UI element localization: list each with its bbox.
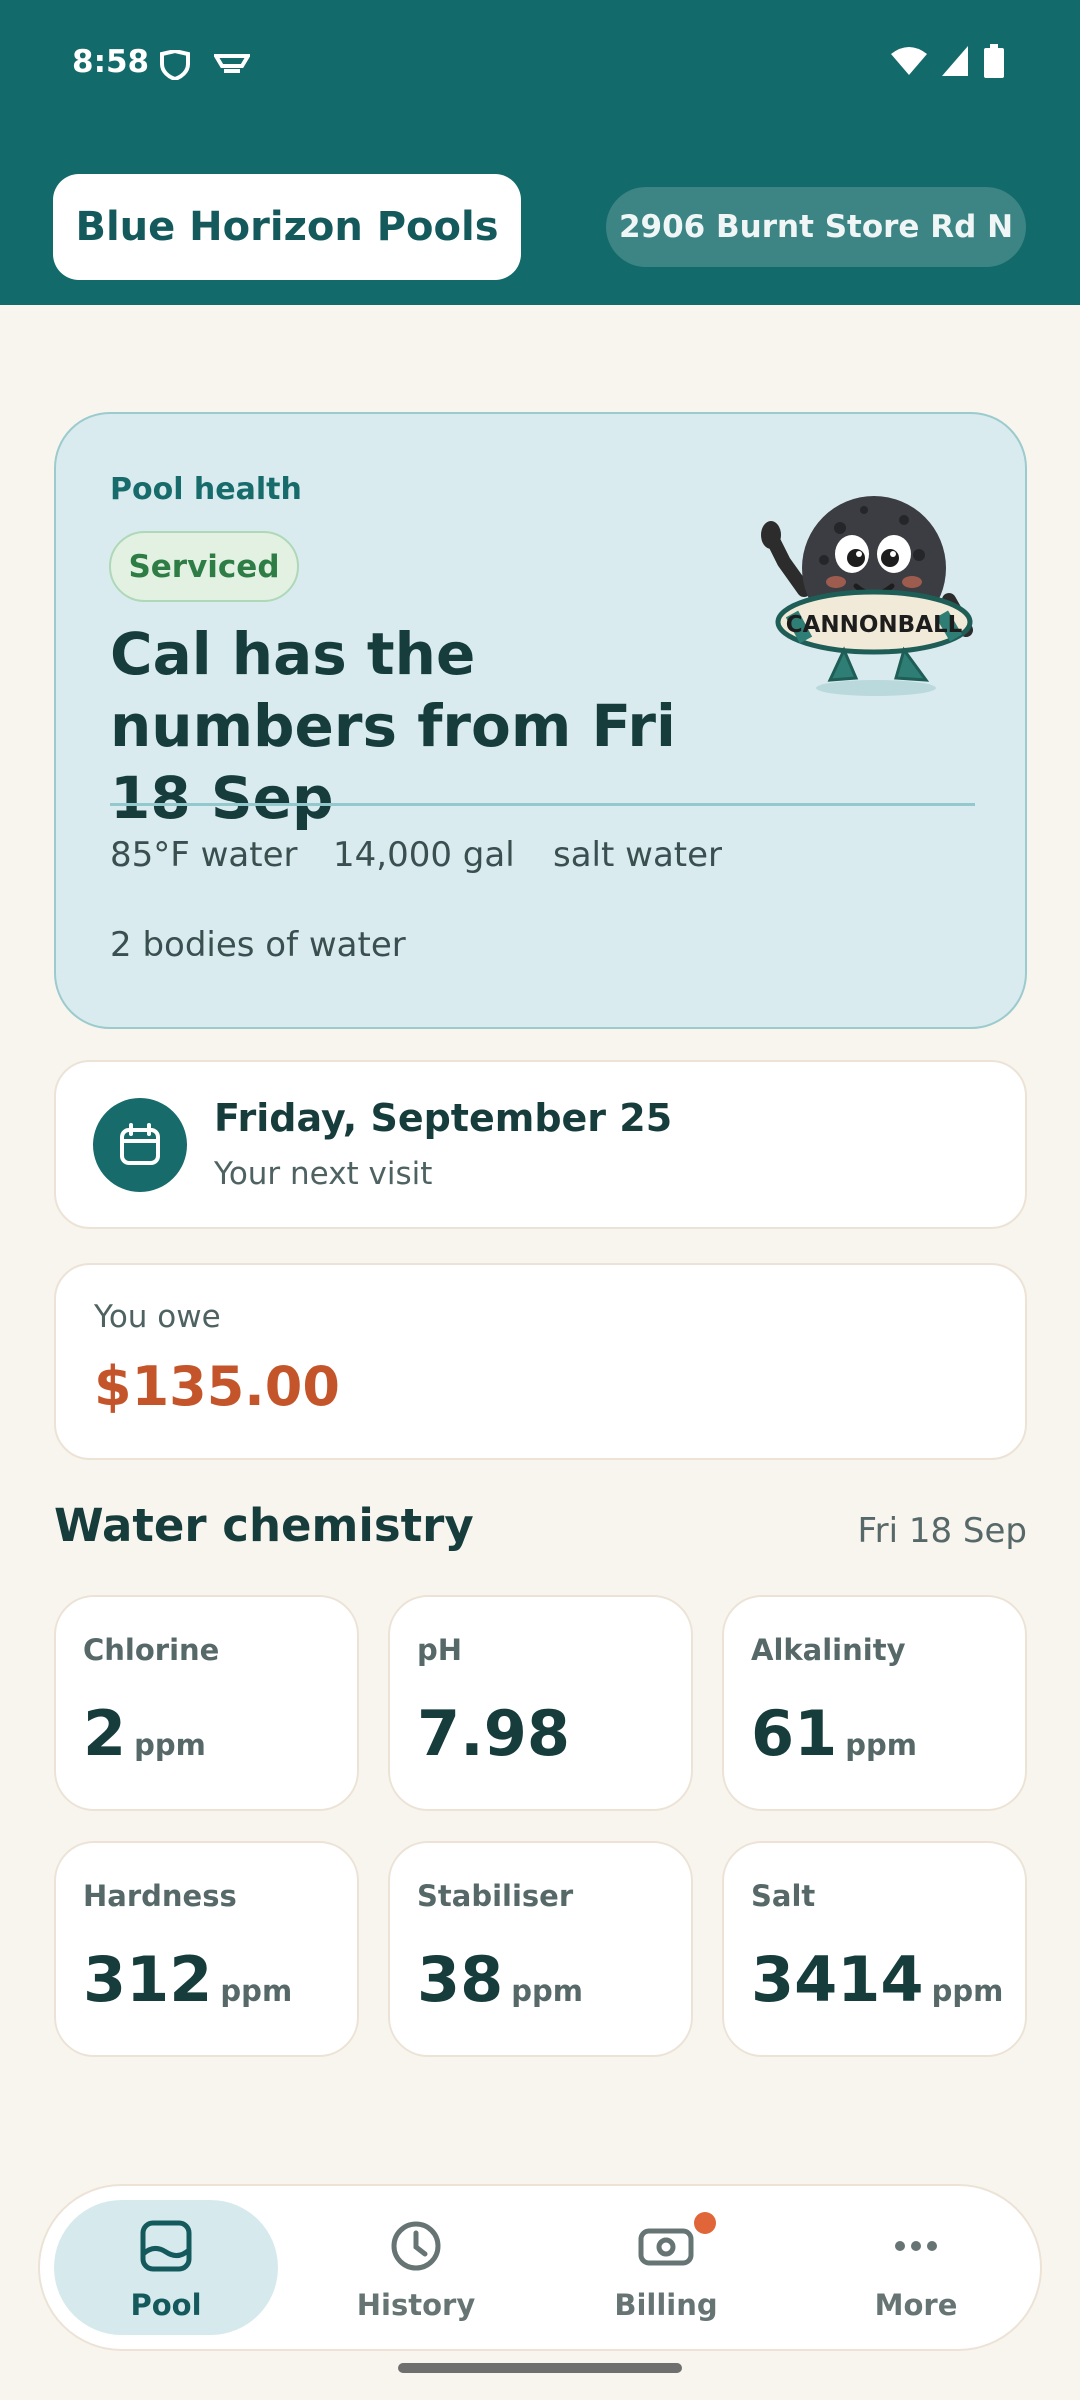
calendar-icon (120, 1123, 160, 1165)
metric-label: Hardness (83, 1879, 237, 1913)
status-time: 8:58 (72, 44, 150, 80)
more-dots-icon (895, 2241, 937, 2251)
metric-value: 3414 (751, 1943, 924, 2016)
signal-icon (942, 46, 968, 76)
status-badge: Serviced (109, 531, 299, 602)
nav-label: More (874, 2288, 958, 2322)
app-header: 8:58 Blue Horizon Pools 2906 Burnt Store… (0, 0, 1080, 305)
pool-health-headline: Cal has the numbers from Fri 18 Sep (110, 620, 676, 832)
clock-icon (391, 2221, 441, 2271)
metric-label: Chlorine (83, 1633, 220, 1667)
metric-value: 2 (83, 1697, 127, 1770)
metric-unit: ppm (511, 1974, 584, 2008)
water-type: salt water (553, 835, 723, 875)
pool-health-label: Pool health (110, 472, 302, 507)
metric-label: Alkalinity (751, 1633, 906, 1667)
balance-card[interactable]: You owe $135.00 (54, 1263, 1027, 1460)
pool-icon (140, 2220, 192, 2272)
address-selector[interactable]: 2906 Burnt Store Rd N (606, 187, 1026, 267)
metric-unit: ppm (134, 1728, 206, 1762)
metric-card-ph[interactable]: pH 7.98 (388, 1595, 693, 1811)
water-chemistry-title: Water chemistry (54, 1499, 474, 1552)
nav-item-billing[interactable]: Billing (554, 2200, 778, 2335)
next-visit-label: Your next visit (214, 1156, 433, 1192)
water-temperature: 85°F water (110, 835, 298, 875)
balance-label: You owe (94, 1299, 221, 1335)
next-visit-card[interactable]: Friday, September 25 Your next visit (54, 1060, 1027, 1229)
metric-card-alkalinity[interactable]: Alkalinity 61 ppm (722, 1595, 1027, 1811)
shield-icon (160, 50, 190, 80)
metric-card-stabiliser[interactable]: Stabiliser 38 ppm (388, 1841, 693, 2057)
nav-label: Pool (130, 2288, 202, 2322)
next-visit-date: Friday, September 25 (214, 1096, 673, 1140)
cash-icon (638, 2228, 694, 2266)
nav-item-pool[interactable]: Pool (54, 2200, 278, 2335)
bottom-navigation: Pool History Billing More (38, 2184, 1042, 2351)
metric-card-chlorine[interactable]: Chlorine 2 ppm (54, 1595, 359, 1811)
metric-card-salt[interactable]: Salt 3414 ppm (722, 1841, 1027, 2057)
metric-value: 61 (751, 1697, 838, 1770)
mascot-label: CANNONBALL (786, 612, 963, 638)
nav-label: History (356, 2288, 476, 2322)
metric-value: 38 (417, 1943, 504, 2016)
balance-amount: $135.00 (94, 1355, 340, 1418)
battery-icon (984, 44, 1004, 78)
metric-unit: ppm (845, 1728, 918, 1762)
pool-volume: 14,000 gal (333, 835, 515, 875)
nav-label: Billing (614, 2288, 718, 2322)
brand-name: Blue Horizon Pools (53, 174, 521, 280)
water-chemistry-date: Fri 18 Sep (857, 1511, 1027, 1551)
vpn-icon (214, 54, 250, 73)
metric-value: 312 (83, 1943, 213, 2016)
metric-card-hardness[interactable]: Hardness 312 ppm (54, 1841, 359, 2057)
gesture-bar[interactable] (398, 2363, 682, 2373)
nav-item-history[interactable]: History (304, 2200, 528, 2335)
wifi-icon (891, 47, 927, 75)
bodies-of-water: 2 bodies of water (110, 925, 406, 965)
metric-value: 7.98 (417, 1697, 570, 1770)
nav-item-more[interactable]: More (804, 2200, 1028, 2335)
health-divider (110, 803, 975, 806)
metric-label: Salt (751, 1879, 816, 1913)
visit-icon-badge (93, 1098, 187, 1192)
status-bar: 8:58 (0, 0, 1080, 120)
notification-dot (694, 2212, 716, 2234)
metric-unit: ppm (931, 1974, 1004, 2008)
cannonball-mascot: CANNONBALL (761, 496, 973, 696)
metric-label: Stabiliser (417, 1879, 574, 1913)
metric-unit: ppm (220, 1974, 293, 2008)
pool-health-card[interactable]: Pool health Serviced Cal has the numbers… (54, 412, 1027, 1029)
metric-label: pH (417, 1633, 463, 1667)
